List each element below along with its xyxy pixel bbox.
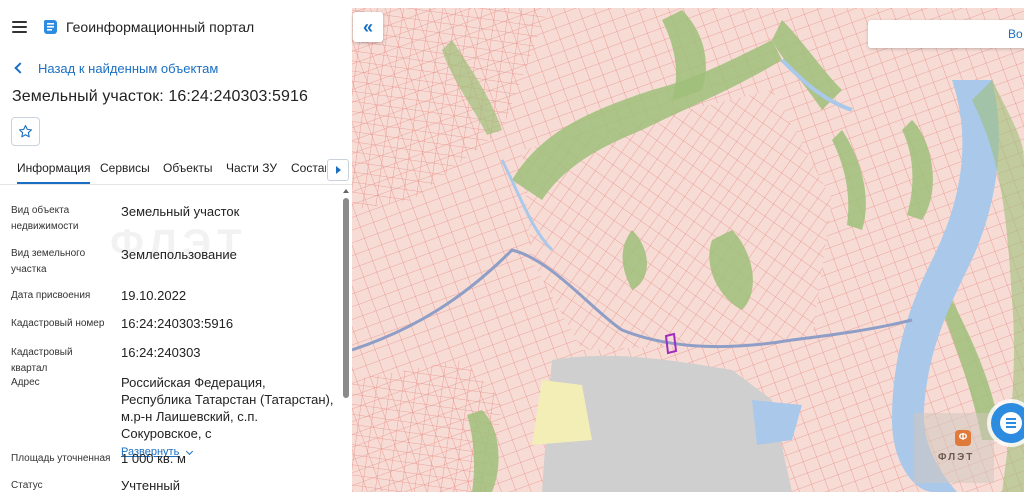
chevron-left-icon [14, 62, 26, 74]
scroll-thumb[interactable] [343, 198, 349, 398]
app-title: Геоинформационный портал [66, 19, 255, 35]
tab-information[interactable]: Информация [17, 161, 91, 184]
attribute-label: Адрес [11, 377, 40, 388]
scroll-up-icon [343, 189, 349, 193]
chat-icon [1000, 412, 1022, 434]
star-icon [19, 125, 32, 138]
info-panel: Геоинформационный портал Назад к найденн… [0, 0, 352, 492]
brand-logo: Ф [955, 430, 971, 446]
tab-services[interactable]: Сервисы [100, 161, 150, 175]
attribute-value: Учтенный [121, 478, 181, 492]
address-text: Российская Федерация, Республика Татарст… [121, 375, 334, 441]
collapse-panel-button[interactable]: « [353, 12, 383, 42]
brand-text: ФЛЭТ [938, 452, 975, 463]
attribute-value: 16:24:240303 [121, 345, 201, 360]
attribute-label: Статус [11, 480, 43, 491]
attribute-value: 16:24:240303:5916 [121, 316, 234, 331]
attribute-value: 19.10.2022 [121, 288, 187, 303]
map-top-strip [352, 0, 1024, 8]
triangle-right-icon [335, 166, 341, 174]
page-title: Земельный участок: 16:24:240303:5916 [12, 88, 309, 105]
tab-clip: Состав [286, 155, 326, 183]
attribute-label: Вид земельного участка [11, 248, 86, 275]
tab-bar: Информация Сервисы Объекты Части ЗУ Сост… [0, 155, 352, 185]
tab-objects[interactable]: Объекты [163, 161, 213, 175]
panel-scrollbar[interactable] [343, 189, 349, 492]
attribute-label: Дата присвоения [11, 290, 91, 301]
attribute-value: Землепользование [121, 247, 237, 262]
attribute-label: Вид объекта недвижимости [11, 205, 79, 232]
attribute-label: Кадастровый номер [11, 318, 105, 329]
portal-logo-icon [44, 20, 57, 34]
attribute-value: Земельный участок [121, 204, 240, 219]
chat-button[interactable] [991, 403, 1024, 443]
brand-overlay [914, 413, 994, 483]
back-link-label: Назад к найденным объектам [38, 60, 219, 76]
tab-parcel-parts[interactable]: Части ЗУ [226, 161, 277, 175]
attribute-label: Кадастровый квартал [11, 347, 73, 374]
attribute-value: Российская Федерация, Республика Татарст… [121, 374, 336, 461]
double-chevron-left-icon: « [362, 16, 373, 37]
back-to-results-link[interactable]: Назад к найденным объектам [12, 58, 218, 78]
favorite-button[interactable] [11, 117, 40, 146]
map-search-field[interactable]: Во [868, 20, 1024, 48]
tab-composition[interactable]: Состав [291, 161, 326, 175]
top-bar: Геоинформационный портал [0, 0, 352, 56]
hamburger-icon[interactable] [12, 21, 27, 33]
tabs-scroll-right-button[interactable] [327, 159, 349, 181]
attribute-label: Площадь уточненная [11, 453, 111, 464]
attribute-value: 1 000 кв. м [121, 451, 186, 466]
